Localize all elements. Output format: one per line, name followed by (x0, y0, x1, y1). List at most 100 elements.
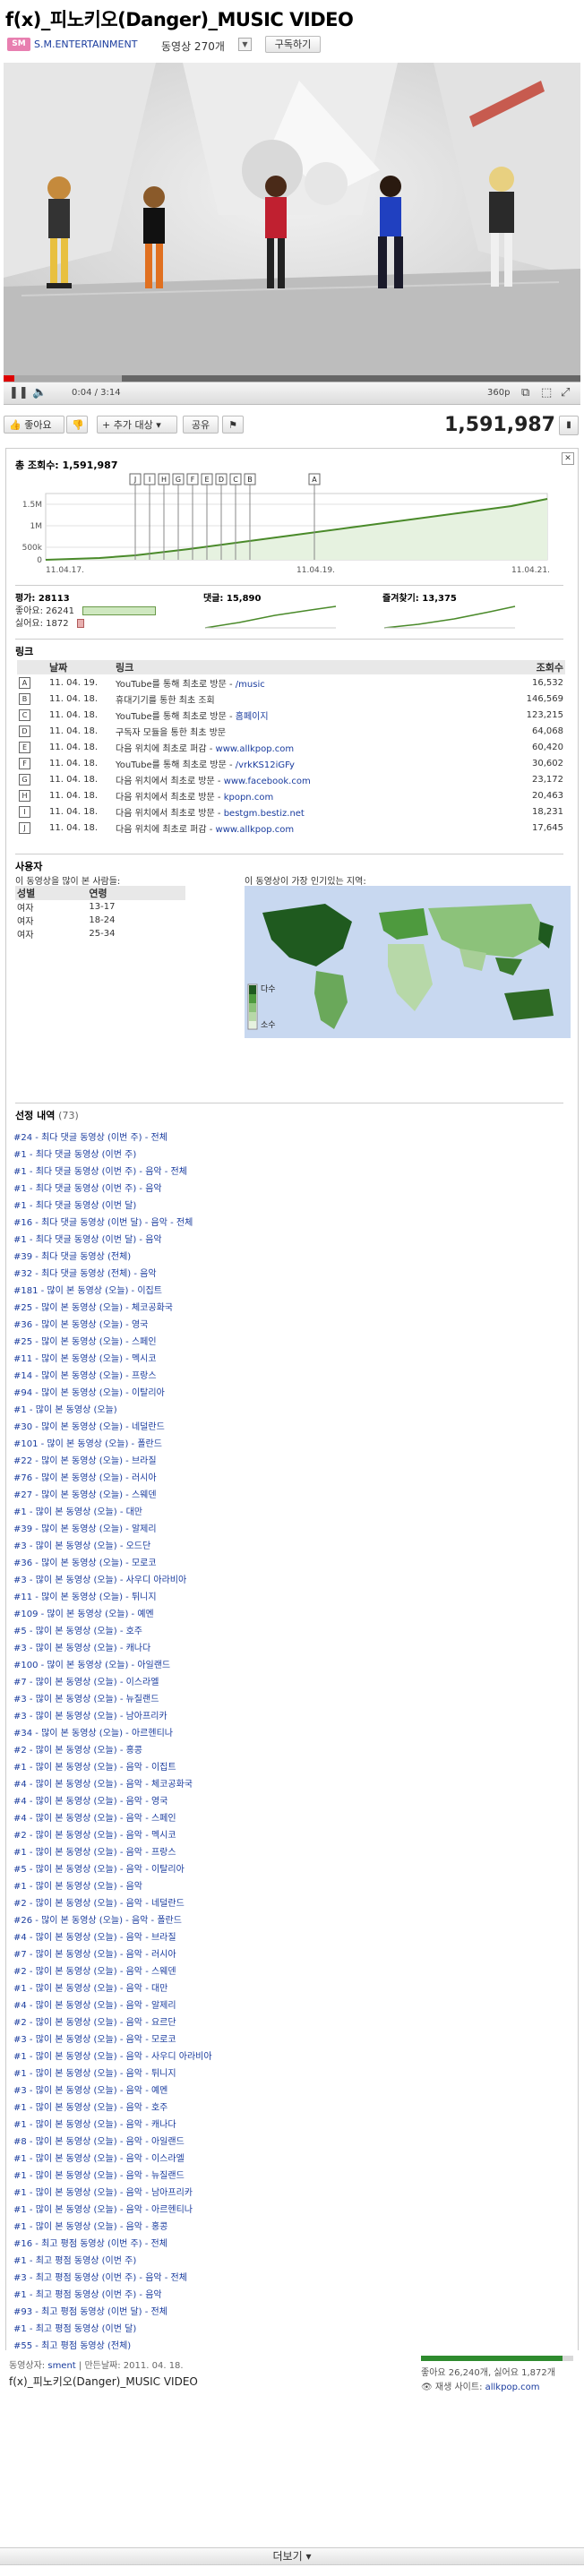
selected-item[interactable]: #3 - 많이 본 동영상 (오늘) - 사우디 아라비아 (13, 1572, 569, 1589)
link-url[interactable]: /vrkKS12iGFy (236, 760, 295, 770)
subscribe-button[interactable]: 구독하기 (265, 36, 321, 53)
selected-item[interactable]: #1 - 최다 댓글 동영상 (이번 주) - 음악 - 전체 (13, 1163, 569, 1181)
flag-button[interactable]: ⚑ (222, 416, 244, 434)
selected-item[interactable]: #1 - 많이 본 동영상 (오늘) - 음악 - 사우디 아라비아 (13, 2048, 569, 2065)
selected-item[interactable]: #2 - 많이 본 동영상 (오늘) - 홍콩 (13, 1742, 569, 1759)
selected-item[interactable]: #36 - 많이 본 동영상 (오늘) - 모로코 (13, 1555, 569, 1572)
selected-item[interactable]: #24 - 최다 댓글 동영상 (이번 주) - 전체 (13, 1129, 569, 1146)
selected-item[interactable]: #34 - 많이 본 동영상 (오늘) - 아르헨티나 (13, 1725, 569, 1742)
volume-icon[interactable]: 🔈 (32, 386, 47, 399)
selected-item[interactable]: #39 - 많이 본 동영상 (오늘) - 알제리 (13, 1521, 569, 1538)
selected-item[interactable]: #1 - 많이 본 동영상 (오늘) - 음악 - 남아프리카 (13, 2185, 569, 2202)
selected-item[interactable]: #4 - 많이 본 동영상 (오늘) - 음악 - 체코공화국 (13, 1776, 569, 1793)
quality-selector[interactable]: 360p (487, 388, 510, 398)
selected-item[interactable]: #11 - 많이 본 동영상 (오늘) - 튀니지 (13, 1589, 569, 1606)
selected-item[interactable]: #5 - 많이 본 동영상 (오늘) - 음악 - 이탈리아 (13, 1861, 569, 1878)
selected-item[interactable]: #4 - 많이 본 동영상 (오늘) - 음악 - 스페인 (13, 1810, 569, 1827)
selected-item[interactable]: #1 - 많이 본 동영상 (오늘) - 음악 - 캐나다 (13, 2117, 569, 2134)
selected-item[interactable]: #36 - 많이 본 동영상 (오늘) - 영국 (13, 1317, 569, 1334)
link-url[interactable]: /music (236, 680, 265, 690)
like-button[interactable]: 👍 좋아요 (4, 416, 64, 434)
link-url[interactable]: www.allkpop.com (216, 825, 295, 835)
selected-item[interactable]: #11 - 많이 본 동영상 (오늘) - 멕시코 (13, 1351, 569, 1368)
videos-dropdown-button[interactable]: ▼ (238, 38, 252, 51)
selected-item[interactable]: #1 - 많이 본 동영상 (오늘) - 음악 - 이집트 (13, 1759, 569, 1776)
selected-item[interactable]: #1 - 많이 본 동영상 (오늘) - 음악 - 뉴질랜드 (13, 2168, 569, 2185)
selected-item[interactable]: #3 - 많이 본 동영상 (오늘) - 음악 - 모로코 (13, 2031, 569, 2048)
selected-item[interactable]: #14 - 많이 본 동영상 (오늘) - 프랑스 (13, 1368, 569, 1385)
selected-item[interactable]: #4 - 많이 본 동영상 (오늘) - 음악 - 알제리 (13, 1997, 569, 2014)
selected-item[interactable]: #2 - 많이 본 동영상 (오늘) - 음악 - 네덜란드 (13, 1895, 569, 1912)
selected-item[interactable]: #3 - 많이 본 동영상 (오늘) - 오드단 (13, 1538, 569, 1555)
selected-item[interactable]: #1 - 많이 본 동영상 (오늘) - 음악 - 이스라엘 (13, 2151, 569, 2168)
selected-item[interactable]: #1 - 최고 평점 동영상 (이번 주) - 음악 (13, 2287, 569, 2304)
selected-item[interactable]: #30 - 많이 본 동영상 (오늘) - 네덜란드 (13, 1419, 569, 1436)
selected-item[interactable]: #1 - 많이 본 동영상 (오늘) - 음악 - 대만 (13, 1980, 569, 1997)
selected-item[interactable]: #1 - 최고 평점 동영상 (이번 달) (13, 2321, 569, 2338)
site-link[interactable]: allkpop.com (485, 2383, 540, 2392)
selected-item[interactable]: #16 - 최다 댓글 동영상 (이번 달) - 음악 - 전체 (13, 1215, 569, 1232)
expand-icon[interactable]: ⬚ (541, 386, 552, 399)
selected-item[interactable]: #76 - 많이 본 동영상 (오늘) - 러시아 (13, 1470, 569, 1487)
selected-item[interactable]: #7 - 많이 본 동영상 (오늘) - 음악 - 러시아 (13, 1946, 569, 1963)
popout-icon[interactable]: ⧉ (521, 386, 529, 399)
selected-item[interactable]: #1 - 최고 평점 동영상 (이번 주) (13, 2253, 569, 2270)
selected-item[interactable]: #101 - 많이 본 동영상 (오늘) - 폴란드 (13, 1436, 569, 1453)
selected-item[interactable]: #1 - 최다 댓글 동영상 (이번 달) (13, 1198, 569, 1215)
add-to-button[interactable]: + 추가 대상 ▾ (97, 416, 177, 434)
link-url[interactable]: www.facebook.com (224, 777, 311, 786)
video-player[interactable] (4, 63, 580, 382)
fullscreen-icon[interactable]: ⤢ (561, 386, 570, 399)
selected-item[interactable]: #2 - 많이 본 동영상 (오늘) - 음악 - 멕시코 (13, 1827, 569, 1844)
selected-item[interactable]: #5 - 많이 본 동영상 (오늘) - 호주 (13, 1623, 569, 1640)
selected-item[interactable]: #27 - 많이 본 동영상 (오늘) - 스웨덴 (13, 1487, 569, 1504)
selected-item[interactable]: #3 - 많이 본 동영상 (오늘) - 뉴질랜드 (13, 1691, 569, 1708)
close-icon[interactable]: ✕ (562, 452, 574, 465)
selected-item[interactable]: #4 - 많이 본 동영상 (오늘) - 음악 - 영국 (13, 1793, 569, 1810)
selected-item[interactable]: #3 - 최고 평점 동영상 (이번 주) - 음악 - 전체 (13, 2270, 569, 2287)
selected-item[interactable]: #1 - 많이 본 동영상 (오늘) - 대만 (13, 1504, 569, 1521)
stats-toggle-button[interactable]: ▮ (559, 416, 579, 435)
selected-item[interactable]: #1 - 많이 본 동영상 (오늘) (13, 1402, 569, 1419)
selected-item[interactable]: #1 - 많이 본 동영상 (오늘) - 음악 - 호주 (13, 2099, 569, 2117)
selected-item[interactable]: #22 - 많이 본 동영상 (오늘) - 브라질 (13, 1453, 569, 1470)
video-progress-bar[interactable] (4, 375, 580, 382)
selected-item[interactable]: #26 - 많이 본 동영상 (오늘) - 음악 - 폴란드 (13, 1912, 569, 1929)
share-button[interactable]: 공유 (183, 416, 219, 434)
selected-item[interactable]: #8 - 많이 본 동영상 (오늘) - 음악 - 아일랜드 (13, 2134, 569, 2151)
uploader-link[interactable]: sment (47, 2361, 75, 2371)
selected-item[interactable]: #1 - 많이 본 동영상 (오늘) - 음악 - 홍콩 (13, 2219, 569, 2236)
selected-item[interactable]: #25 - 많이 본 동영상 (오늘) - 체코공화국 (13, 1300, 569, 1317)
selected-item[interactable]: #94 - 많이 본 동영상 (오늘) - 이탈리아 (13, 1385, 569, 1402)
selected-item[interactable]: #39 - 최다 댓글 동영상 (전체) (13, 1249, 569, 1266)
selected-item[interactable]: #1 - 많이 본 동영상 (오늘) - 음악 - 아르헨티나 (13, 2202, 569, 2219)
link-url[interactable]: www.allkpop.com (216, 744, 295, 754)
channel-name-link[interactable]: S.M.ENTERTAINMENT (34, 39, 137, 50)
link-url[interactable]: kpopn.com (224, 793, 273, 803)
selected-item[interactable]: #32 - 최다 댓글 동영상 (전체) - 음악 (13, 1266, 569, 1283)
selected-item[interactable]: #7 - 많이 본 동영상 (오늘) - 이스라엘 (13, 1674, 569, 1691)
selected-item[interactable]: #4 - 많이 본 동영상 (오늘) - 음악 - 브라질 (13, 1929, 569, 1946)
selected-item[interactable]: #100 - 많이 본 동영상 (오늘) - 아일랜드 (13, 1657, 569, 1674)
selected-item[interactable]: #1 - 최다 댓글 동영상 (이번 주) - 음악 (13, 1181, 569, 1198)
selected-item[interactable]: #2 - 많이 본 동영상 (오늘) - 음악 - 스웨덴 (13, 1963, 569, 1980)
selected-item[interactable]: #1 - 많이 본 동영상 (오늘) - 음악 - 튀니지 (13, 2065, 569, 2082)
link-url[interactable]: 홈페이지 (236, 712, 269, 722)
selected-item[interactable]: #3 - 많이 본 동영상 (오늘) - 캐나다 (13, 1640, 569, 1657)
selected-item[interactable]: #3 - 많이 본 동영상 (오늘) - 음악 - 예멘 (13, 2082, 569, 2099)
more-button[interactable]: 더보기 ▾ (0, 2547, 584, 2565)
selected-item[interactable]: #1 - 많이 본 동영상 (오늘) - 음악 (13, 1878, 569, 1895)
selected-item[interactable]: #93 - 최고 평점 동영상 (이번 달) - 전체 (13, 2304, 569, 2321)
selected-item[interactable]: #181 - 많이 본 동영상 (오늘) - 이집트 (13, 1283, 569, 1300)
selected-item[interactable]: #16 - 최고 평점 동영상 (이번 주) - 전체 (13, 2236, 569, 2253)
link-url[interactable]: bestgm.bestiz.net (224, 809, 305, 819)
selected-item[interactable]: #3 - 많이 본 동영상 (오늘) - 남아프리카 (13, 1708, 569, 1725)
pause-icon[interactable]: ❚❚ (9, 386, 29, 399)
selected-item[interactable]: #2 - 많이 본 동영상 (오늘) - 음악 - 요르단 (13, 2014, 569, 2031)
selected-item[interactable]: #1 - 최다 댓글 동영상 (이번 주) (13, 1146, 569, 1163)
selected-item[interactable]: #1 - 많이 본 동영상 (오늘) - 음악 - 프랑스 (13, 1844, 569, 1861)
selected-item[interactable]: #25 - 많이 본 동영상 (오늘) - 스페인 (13, 1334, 569, 1351)
selected-item[interactable]: #109 - 많이 본 동영상 (오늘) - 예멘 (13, 1606, 569, 1623)
selected-item[interactable]: #1 - 최다 댓글 동영상 (이번 달) - 음악 (13, 1232, 569, 1249)
channel-logo[interactable]: SM (7, 38, 30, 51)
